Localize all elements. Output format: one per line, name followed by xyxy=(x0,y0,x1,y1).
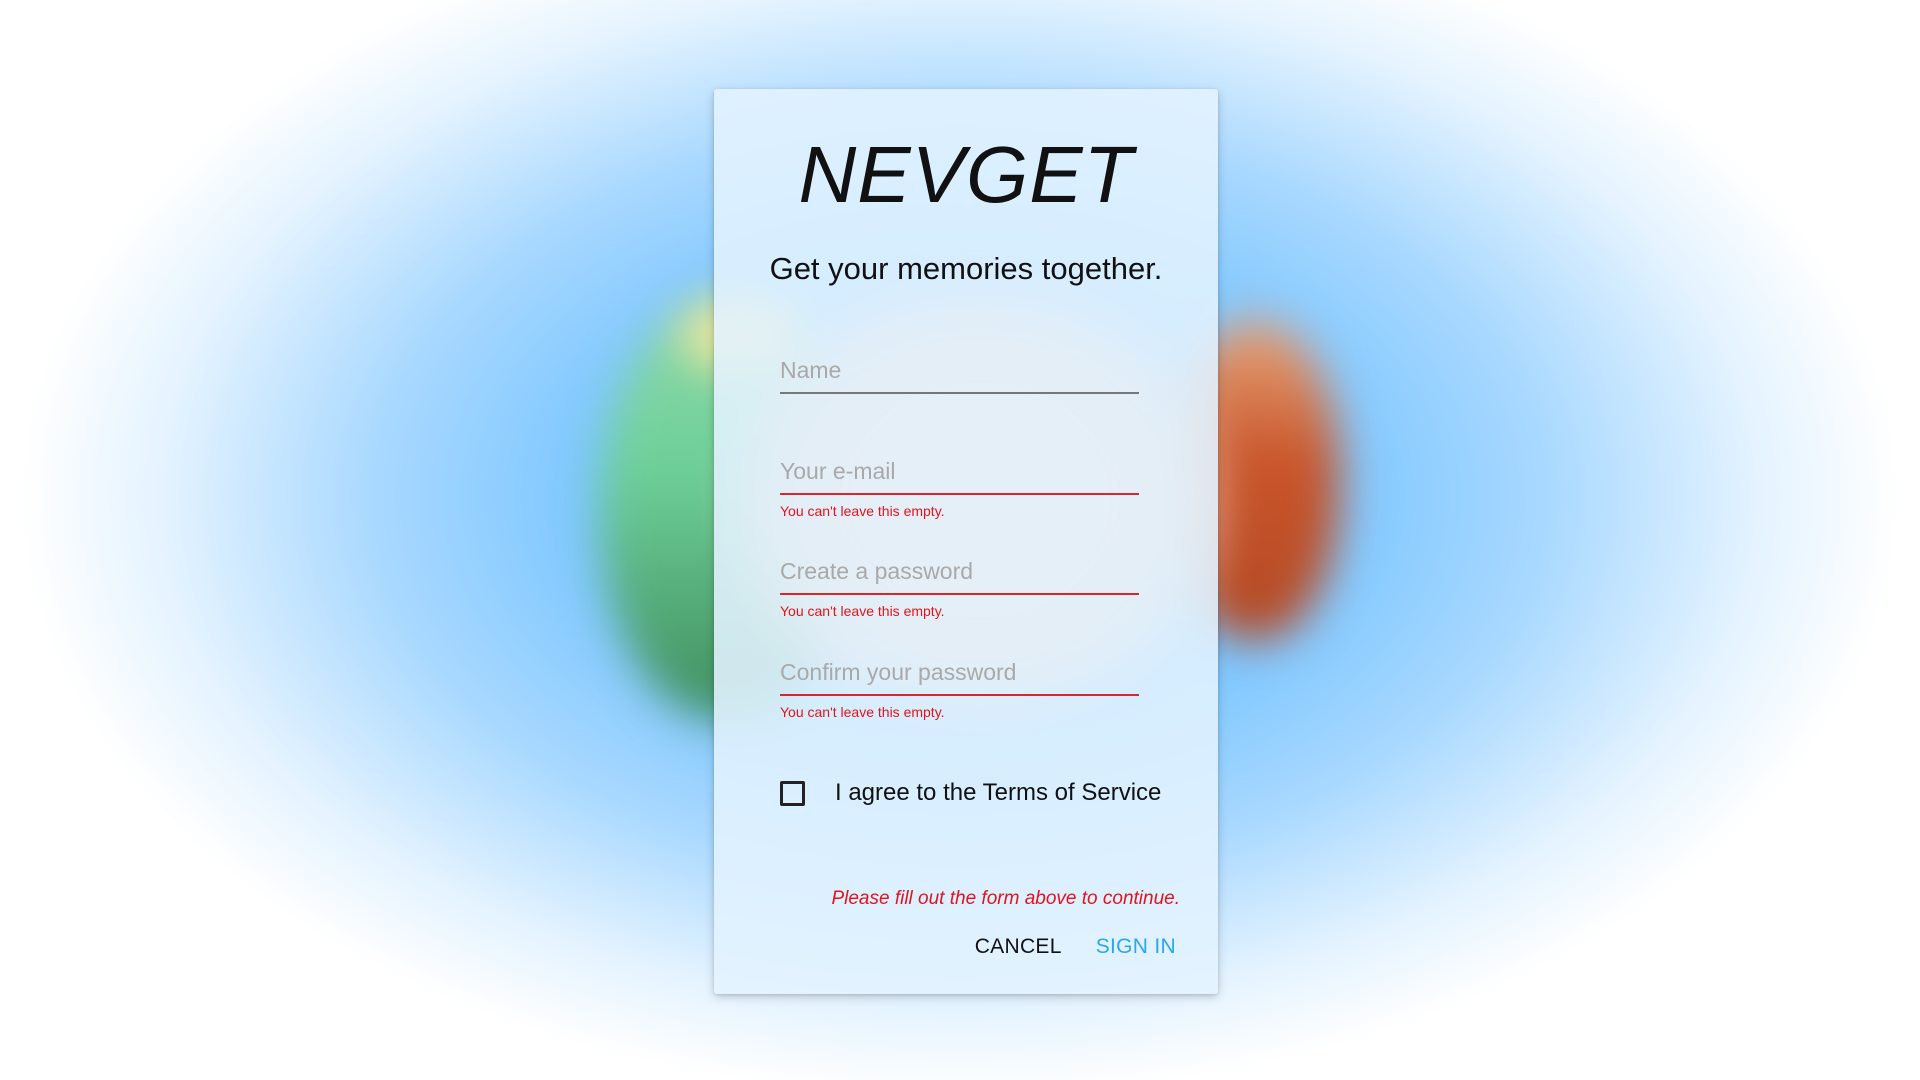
app-logo: NEVGET xyxy=(798,130,1134,219)
email-error-text: You can't leave this empty. xyxy=(780,503,945,519)
password-error-text: You can't leave this empty. xyxy=(780,603,945,619)
confirm-password-input[interactable] xyxy=(780,659,1139,696)
terms-agreement[interactable]: I agree to the Terms of Service xyxy=(780,779,1161,807)
confirm-password-field-group: You can't leave this empty. xyxy=(780,659,1139,720)
email-field-group: You can't leave this empty. xyxy=(780,458,1139,519)
terms-checkbox[interactable] xyxy=(780,780,805,806)
password-field-group: You can't leave this empty. xyxy=(780,558,1139,619)
password-input[interactable] xyxy=(780,558,1139,595)
sign-in-button[interactable]: SIGN IN xyxy=(1096,935,1176,959)
signup-card: NEVGET Get your memories together. You c… xyxy=(714,89,1218,994)
name-field-group xyxy=(780,357,1139,394)
form-error-message: Please fill out the form above to contin… xyxy=(831,888,1180,909)
email-input[interactable] xyxy=(780,458,1139,495)
terms-label[interactable]: I agree to the Terms of Service xyxy=(835,779,1161,807)
confirm-password-error-text: You can't leave this empty. xyxy=(780,704,945,720)
tagline: Get your memories together. xyxy=(769,251,1163,286)
dialog-actions: CANCEL SIGN IN xyxy=(975,935,1176,959)
name-input[interactable] xyxy=(780,357,1139,394)
cancel-button[interactable]: CANCEL xyxy=(975,935,1062,959)
